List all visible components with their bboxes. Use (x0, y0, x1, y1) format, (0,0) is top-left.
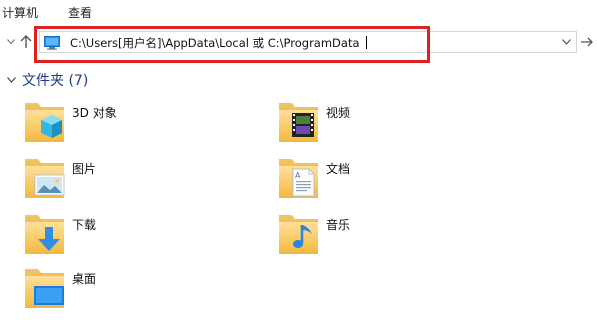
folder-label: 视频 (326, 106, 351, 120)
pictures-icon (24, 156, 66, 200)
music-icon (278, 212, 320, 256)
up-arrow-icon[interactable] (18, 33, 34, 51)
folder-item-downloads[interactable]: 下载 (24, 212, 244, 264)
navigation-row: C:\Users[用户名]\AppData\Local 或 C:\Program… (0, 30, 597, 56)
tab-computer[interactable]: 计算机 (2, 4, 38, 21)
go-arrow-icon[interactable] (578, 32, 596, 52)
folder-item-documents[interactable]: A 文档 (278, 156, 498, 208)
svg-text:A: A (295, 171, 301, 180)
section-header[interactable]: 文件夹 (7) (0, 70, 88, 90)
text-cursor (365, 36, 367, 49)
address-bar[interactable]: C:\Users[用户名]\AppData\Local 或 C:\Program… (39, 31, 577, 53)
folder-item-pictures[interactable]: 图片 (24, 156, 244, 208)
address-text[interactable]: C:\Users[用户名]\AppData\Local 或 C:\Program… (70, 35, 367, 51)
folder-item-3d-objects[interactable]: 3D 对象 (24, 100, 244, 152)
folder-label: 图片 (72, 162, 97, 176)
address-dropdown-icon[interactable] (558, 34, 574, 50)
folder-label: 桌面 (72, 272, 97, 286)
chevron-down-icon[interactable] (3, 33, 19, 51)
folder-item-desktop[interactable]: 桌面 (24, 266, 244, 318)
section-title: 文件夹 (7) (22, 73, 89, 89)
downloads-icon (24, 212, 66, 256)
folder-item-videos[interactable]: 视频 (278, 100, 498, 152)
folder-label: 音乐 (326, 218, 351, 232)
folder-label: 下载 (72, 218, 97, 232)
desktop-icon (24, 266, 66, 310)
ribbon-tabs: 计算机 查看 (0, 0, 597, 26)
videos-icon (278, 100, 320, 144)
folder-label: 文档 (326, 162, 351, 176)
tab-view[interactable]: 查看 (68, 4, 92, 21)
chevron-down-icon[interactable] (3, 72, 19, 88)
documents-icon: A (278, 156, 320, 200)
folder-label: 3D 对象 (72, 106, 117, 120)
computer-icon (44, 35, 60, 50)
folder-item-music[interactable]: 音乐 (278, 212, 498, 264)
3d-objects-icon (24, 100, 66, 144)
